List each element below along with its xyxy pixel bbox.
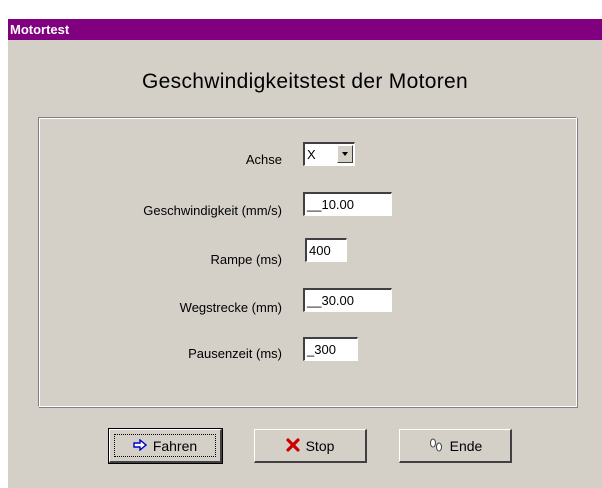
arrow-right-icon	[133, 438, 147, 453]
geschwindigkeit-input[interactable]: __10.00	[303, 192, 392, 216]
window-titlebar: Motortest	[8, 19, 602, 40]
achse-value: X	[307, 147, 316, 162]
rampe-input[interactable]: 400	[305, 238, 347, 262]
pausenzeit-input[interactable]: _300	[303, 337, 358, 361]
achse-label: Achse	[245, 152, 282, 167]
top-strip	[8, 0, 602, 19]
stop-button[interactable]: Stop	[254, 429, 367, 463]
red-x-icon	[285, 437, 300, 454]
page-title: Geschwindigkeitstest der Motoren	[142, 70, 468, 93]
fahren-label: Fahren	[152, 437, 198, 454]
fahren-button[interactable]: Fahren	[108, 428, 223, 464]
wegstrecke-label: Wegstrecke (mm)	[179, 300, 282, 315]
geschwindigkeit-label: Geschwindigkeit (mm/s)	[143, 203, 282, 218]
stop-label: Stop	[305, 437, 335, 454]
pausenzeit-label: Pausenzeit (ms)	[188, 346, 282, 361]
footprints-icon	[428, 438, 444, 454]
motortest-window: Motortest Geschwindigkeitstest der Motor…	[8, 0, 602, 488]
achse-combobox[interactable]: X	[303, 142, 355, 166]
wegstrecke-input[interactable]: __30.00	[303, 288, 392, 312]
ende-label: Ende	[449, 437, 483, 454]
rampe-label: Rampe (ms)	[210, 252, 282, 267]
chevron-down-icon[interactable]	[337, 145, 353, 163]
ende-button[interactable]: Ende	[399, 429, 512, 463]
